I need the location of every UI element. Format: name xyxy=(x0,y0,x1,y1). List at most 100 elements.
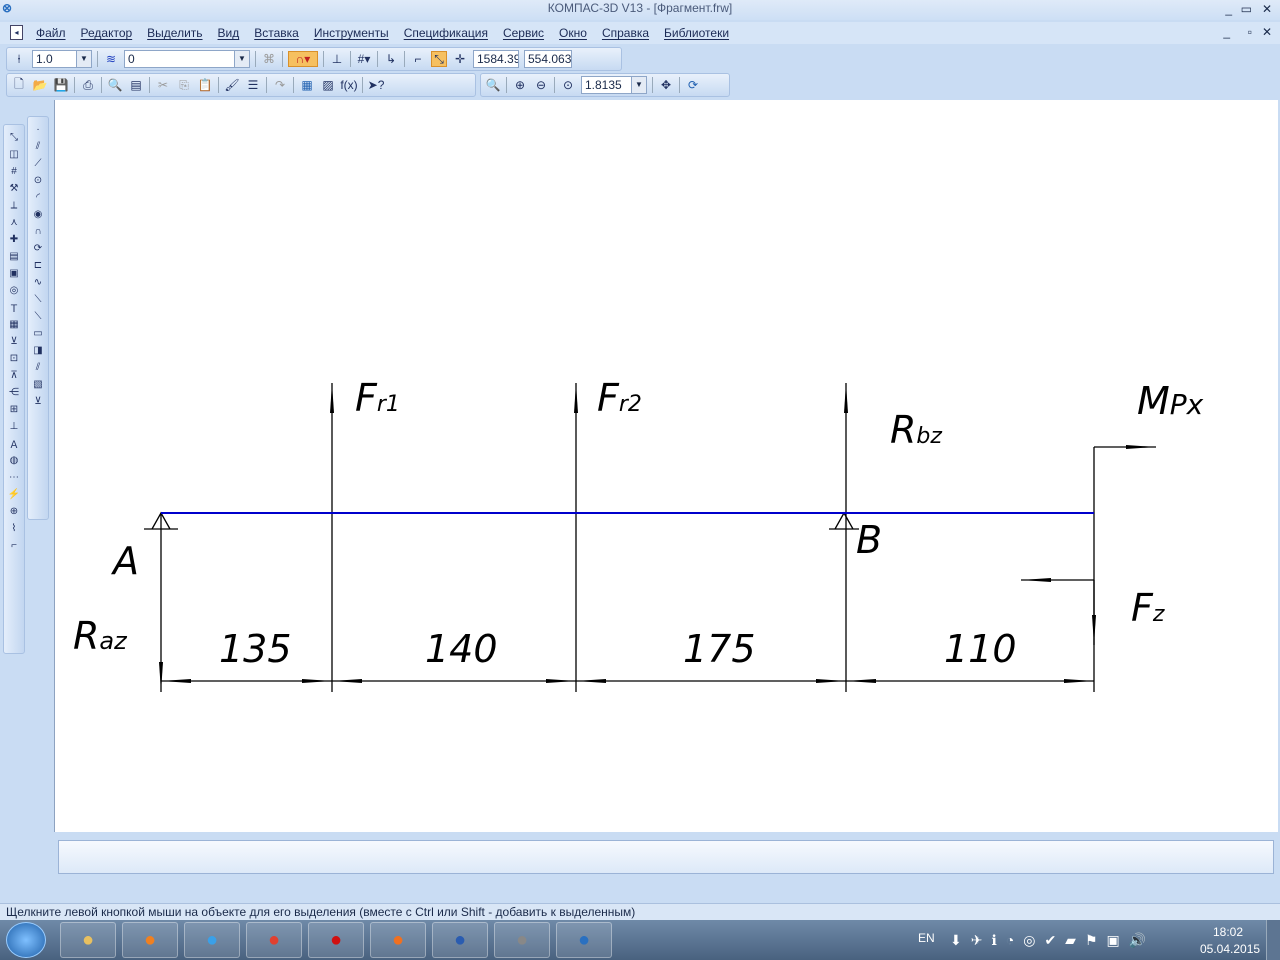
tool-16-icon[interactable]: ⊞ xyxy=(7,403,21,415)
menu-1[interactable]: Редактор xyxy=(81,26,133,40)
menu-0[interactable]: Файл xyxy=(36,26,66,40)
geom-9-icon[interactable]: ∿ xyxy=(31,276,45,288)
tool-7-icon[interactable]: ▤ xyxy=(7,250,21,262)
round-icon[interactable]: ⤡ xyxy=(431,51,447,67)
menu-9[interactable]: Справка xyxy=(602,26,649,40)
tool-21-icon[interactable]: ⚡ xyxy=(7,488,21,500)
taskbar-acrobat-icon[interactable]: ● xyxy=(308,922,364,958)
tool-22-icon[interactable]: ⊕ xyxy=(7,505,21,517)
tool-11-icon[interactable]: ▦ xyxy=(7,318,21,330)
geom-13-icon[interactable]: ◨ xyxy=(31,344,45,356)
tool-14-icon[interactable]: ⊼ xyxy=(7,369,21,381)
tool-3-icon[interactable]: ⚒ xyxy=(7,182,21,194)
clock-time[interactable]: 18:02 xyxy=(1213,925,1243,939)
tool-17-icon[interactable]: ⊥ xyxy=(7,420,21,432)
drawing-canvas[interactable]: A B Fr1 Fr2 Rbz MPx Fz Raz 135 140 175 1… xyxy=(54,100,1278,832)
geom-4-icon[interactable]: ◜ xyxy=(31,191,45,203)
taskbar-media-player-icon[interactable]: ● xyxy=(122,922,178,958)
coord-y-field[interactable]: 554.063 xyxy=(524,50,572,68)
local-cs-icon[interactable]: ↳ xyxy=(383,51,399,67)
zoom-in-icon[interactable]: ⊕ xyxy=(512,77,528,93)
geom-8-icon[interactable]: ⊏ xyxy=(31,259,45,271)
ortho-icon[interactable]: ⊥ xyxy=(329,51,345,67)
pan-icon[interactable]: ✥ xyxy=(658,77,674,93)
tool-1-icon[interactable]: ◫ xyxy=(7,148,21,160)
new-file-icon[interactable]: 🗋 xyxy=(11,77,27,93)
tool-10-icon[interactable]: Ｔ xyxy=(7,301,21,315)
menu-3[interactable]: Вид xyxy=(218,26,240,40)
document-icon[interactable]: ◂ xyxy=(10,25,23,40)
taskbar-word-icon[interactable]: ● xyxy=(432,922,488,958)
geom-14-icon[interactable]: ⫽ xyxy=(31,361,45,373)
tool-24-icon[interactable]: ⌐ xyxy=(7,539,21,551)
chevron-down-icon[interactable]: ▼ xyxy=(234,51,249,67)
geom-10-icon[interactable]: ⟍ xyxy=(31,293,45,305)
doc-close-icon[interactable]: ✕ xyxy=(1262,25,1272,39)
taskbar-internet-explorer-icon[interactable]: ● xyxy=(184,922,240,958)
zoom-combo[interactable]: 1.8135 ▼ xyxy=(581,76,647,94)
format-brush-icon[interactable]: 🖌 xyxy=(224,77,240,93)
tool-2-icon[interactable]: # xyxy=(7,165,21,177)
taskbar-explorer-icon[interactable]: ● xyxy=(60,922,116,958)
geom-1-icon[interactable]: ⫽ xyxy=(31,140,45,152)
tool-20-icon[interactable]: ⋯ xyxy=(7,471,21,483)
tray-icons[interactable]: ⬇✈ℹ◔◎✔▰⚑▣🔊 xyxy=(950,932,1155,949)
coord-x-field[interactable]: 1584.39 xyxy=(473,50,519,68)
properties-icon[interactable]: ⌘ xyxy=(261,51,277,67)
tool-9-icon[interactable]: ◎ xyxy=(7,284,21,296)
menu-8[interactable]: Окно xyxy=(559,26,587,40)
minimize-icon[interactable]: _ xyxy=(1225,2,1232,16)
tool-0-icon[interactable]: ⤡ xyxy=(7,131,21,143)
fx-icon[interactable]: f(x) xyxy=(340,77,357,93)
tool-6-icon[interactable]: ✚ xyxy=(7,233,21,245)
help-pointer-icon[interactable]: ➤? xyxy=(368,77,385,93)
geom-2-icon[interactable]: ⟋ xyxy=(31,157,45,169)
geom-15-icon[interactable]: ▧ xyxy=(31,378,45,390)
step-icon[interactable]: ⍿ xyxy=(11,51,27,67)
snap-magnet-icon[interactable]: ∩▾ xyxy=(288,51,318,67)
doc-restore-icon[interactable]: ▫ xyxy=(1248,25,1252,39)
chevron-down-icon[interactable]: ▼ xyxy=(76,51,91,67)
doc-minimize-icon[interactable]: _ xyxy=(1223,25,1230,39)
variables-icon[interactable]: ▨ xyxy=(320,77,336,93)
menu-5[interactable]: Инструменты xyxy=(314,26,389,40)
tool-4-icon[interactable]: ⟂ xyxy=(7,199,21,211)
properties-list-icon[interactable]: ☰ xyxy=(245,77,261,93)
print-icon[interactable]: ⎙ xyxy=(80,77,96,93)
preview-icon[interactable]: 🔍 xyxy=(107,77,123,93)
taskbar-firefox-icon[interactable]: ● xyxy=(370,922,426,958)
language-indicator[interactable]: EN xyxy=(918,931,935,945)
save-icon[interactable]: 💾 xyxy=(53,77,69,93)
clock-date[interactable]: 05.04.2015 xyxy=(1200,942,1260,956)
taskbar-kompas-icon[interactable]: ● xyxy=(556,922,612,958)
open-icon[interactable]: 📂 xyxy=(32,77,48,93)
tool-18-icon[interactable]: Ａ xyxy=(7,437,21,451)
menu-6[interactable]: Спецификация xyxy=(404,26,488,40)
zoom-dynamic-icon[interactable]: ⊖ xyxy=(533,77,549,93)
start-button[interactable] xyxy=(6,922,46,958)
geom-11-icon[interactable]: ⟍ xyxy=(31,310,45,322)
step-combo[interactable]: 1.0 ▼ xyxy=(32,50,92,68)
taskbar-calculator-icon[interactable]: ● xyxy=(494,922,550,958)
tool-13-icon[interactable]: ⊡ xyxy=(7,352,21,364)
geom-3-icon[interactable]: ⊙ xyxy=(31,174,45,186)
maximize-icon[interactable]: ▭ xyxy=(1241,2,1252,16)
refresh-icon[interactable]: ⟳ xyxy=(685,77,701,93)
cut-icon[interactable]: ✂ xyxy=(155,77,171,93)
tool-5-icon[interactable]: ⋏ xyxy=(7,216,21,228)
geom-7-icon[interactable]: ⟳ xyxy=(31,242,45,254)
menu-2[interactable]: Выделить xyxy=(147,26,202,40)
close-icon[interactable]: ✕ xyxy=(1262,2,1272,16)
taskbar-chrome-icon[interactable]: ● xyxy=(246,922,302,958)
geom-5-icon[interactable]: ◉ xyxy=(31,208,45,220)
tool-15-icon[interactable]: ⋲ xyxy=(7,386,21,398)
chevron-down-icon[interactable]: ▼ xyxy=(631,77,646,93)
tool-23-icon[interactable]: ⌇ xyxy=(7,522,21,534)
copy-icon[interactable]: ⎘ xyxy=(176,77,192,93)
menu-10[interactable]: Библиотеки xyxy=(664,26,729,40)
paste-icon[interactable]: 📋 xyxy=(197,77,213,93)
geom-12-icon[interactable]: ▭ xyxy=(31,327,45,339)
grid-icon[interactable]: #▾ xyxy=(356,51,372,67)
layer-combo[interactable]: 0 ▼ xyxy=(124,50,250,68)
zoom-window-icon[interactable]: 🔍 xyxy=(485,77,501,93)
